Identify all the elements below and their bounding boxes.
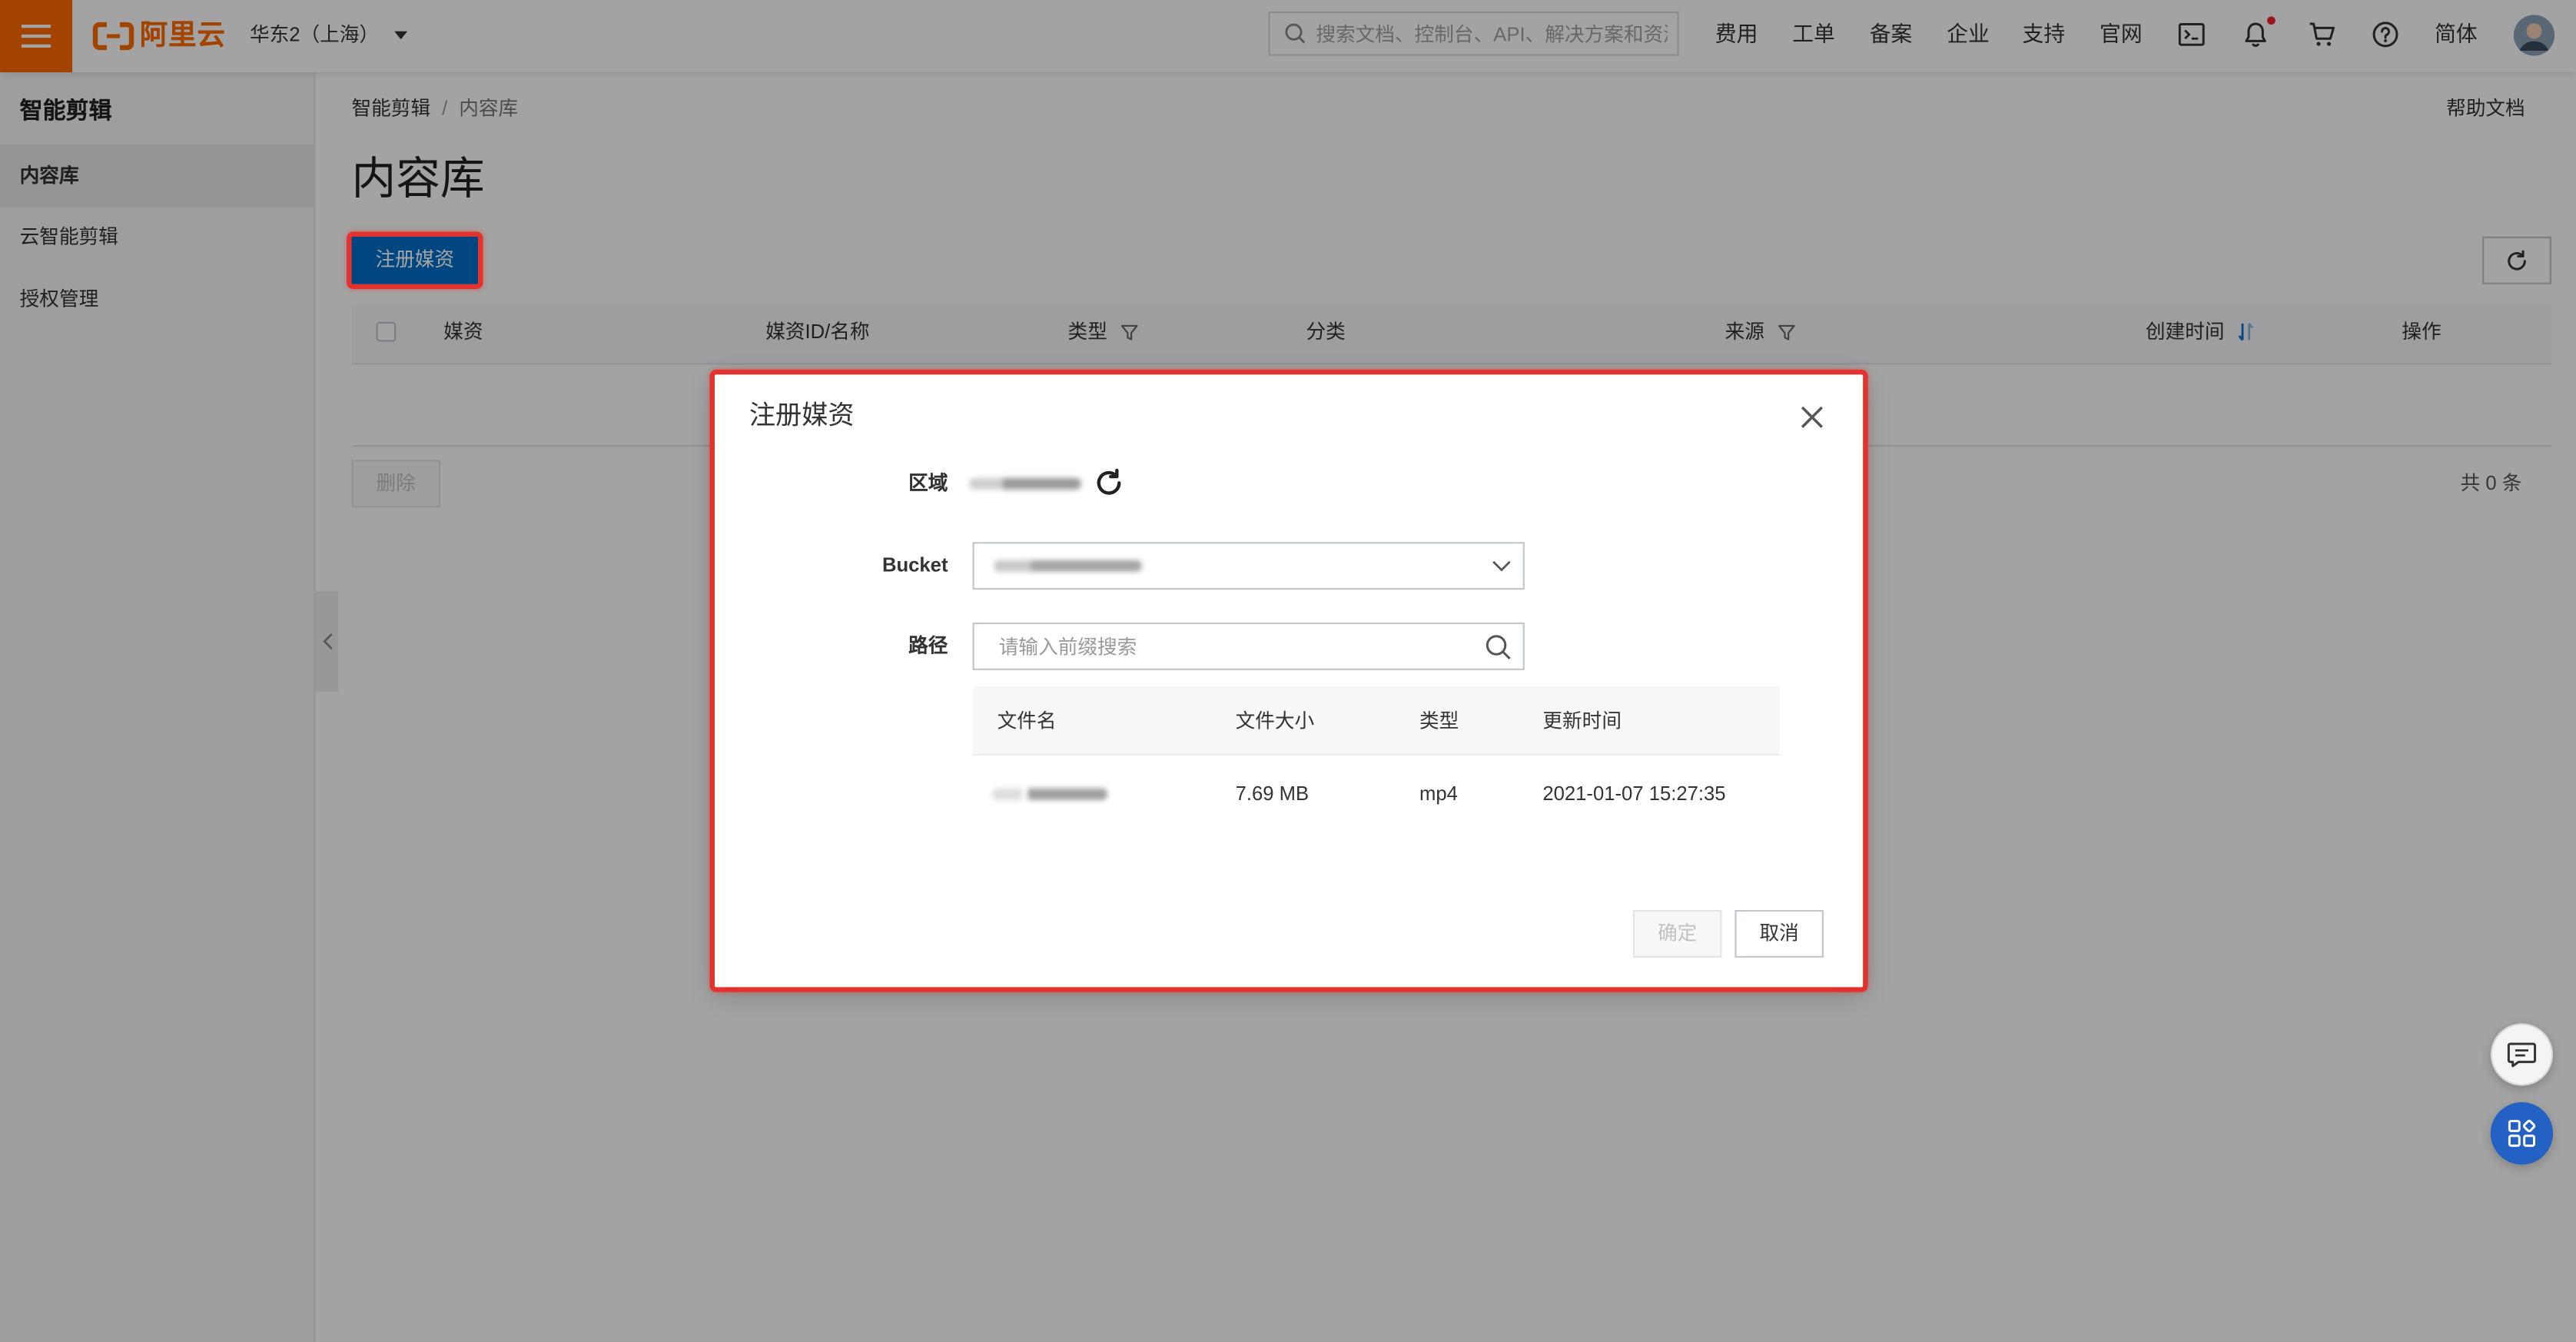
search-icon[interactable] xyxy=(1486,634,1512,660)
column-file-size: 文件大小 xyxy=(1235,709,1315,733)
app-grid-icon xyxy=(2508,1119,2536,1148)
path-search-field xyxy=(972,622,1525,670)
column-file-name: 文件名 xyxy=(997,709,1057,733)
confirm-button[interactable]: 确定 xyxy=(1632,909,1722,958)
region-value-redacted xyxy=(969,477,1081,490)
column-updated-time: 更新时间 xyxy=(1542,709,1622,733)
refresh-icon[interactable] xyxy=(1094,468,1124,497)
cancel-button[interactable]: 取消 xyxy=(1734,909,1824,958)
file-size-cell: 7.69 MB xyxy=(1235,782,1310,806)
file-table: 文件名 文件大小 类型 更新时间 7.69 MB mp4 2021-01-07 … xyxy=(972,686,1780,831)
chevron-down-icon xyxy=(1492,560,1511,572)
updated-time-cell: 2021-01-07 15:27:35 xyxy=(1542,782,1726,806)
path-label: 路径 xyxy=(908,633,948,657)
chat-icon xyxy=(2507,1042,2537,1068)
path-search-input[interactable] xyxy=(998,633,1459,661)
file-table-header xyxy=(972,686,1780,756)
column-file-type: 类型 xyxy=(1419,709,1459,733)
region-label: 区域 xyxy=(908,471,948,495)
file-name-redacted xyxy=(992,788,1107,800)
bucket-value-redacted xyxy=(994,560,1142,572)
close-icon[interactable] xyxy=(1799,404,1825,430)
bucket-select[interactable] xyxy=(972,542,1525,590)
console-page: 阿里云 华东2（上海） 费用 工单 备案 企业 支持 官网 xyxy=(0,0,2576,1342)
dialog-title: 注册媒资 xyxy=(749,402,855,430)
apps-float-button[interactable] xyxy=(2490,1101,2554,1165)
chat-float-button[interactable] xyxy=(2490,1023,2554,1086)
table-row[interactable]: 7.69 MB mp4 2021-01-07 15:27:35 xyxy=(973,756,1780,831)
bucket-label: Bucket xyxy=(881,553,948,577)
file-type-cell: mp4 xyxy=(1419,782,1458,806)
register-media-dialog: 注册媒资 区域 Bucket 路径 文件名 文件大小 xyxy=(714,374,1864,988)
